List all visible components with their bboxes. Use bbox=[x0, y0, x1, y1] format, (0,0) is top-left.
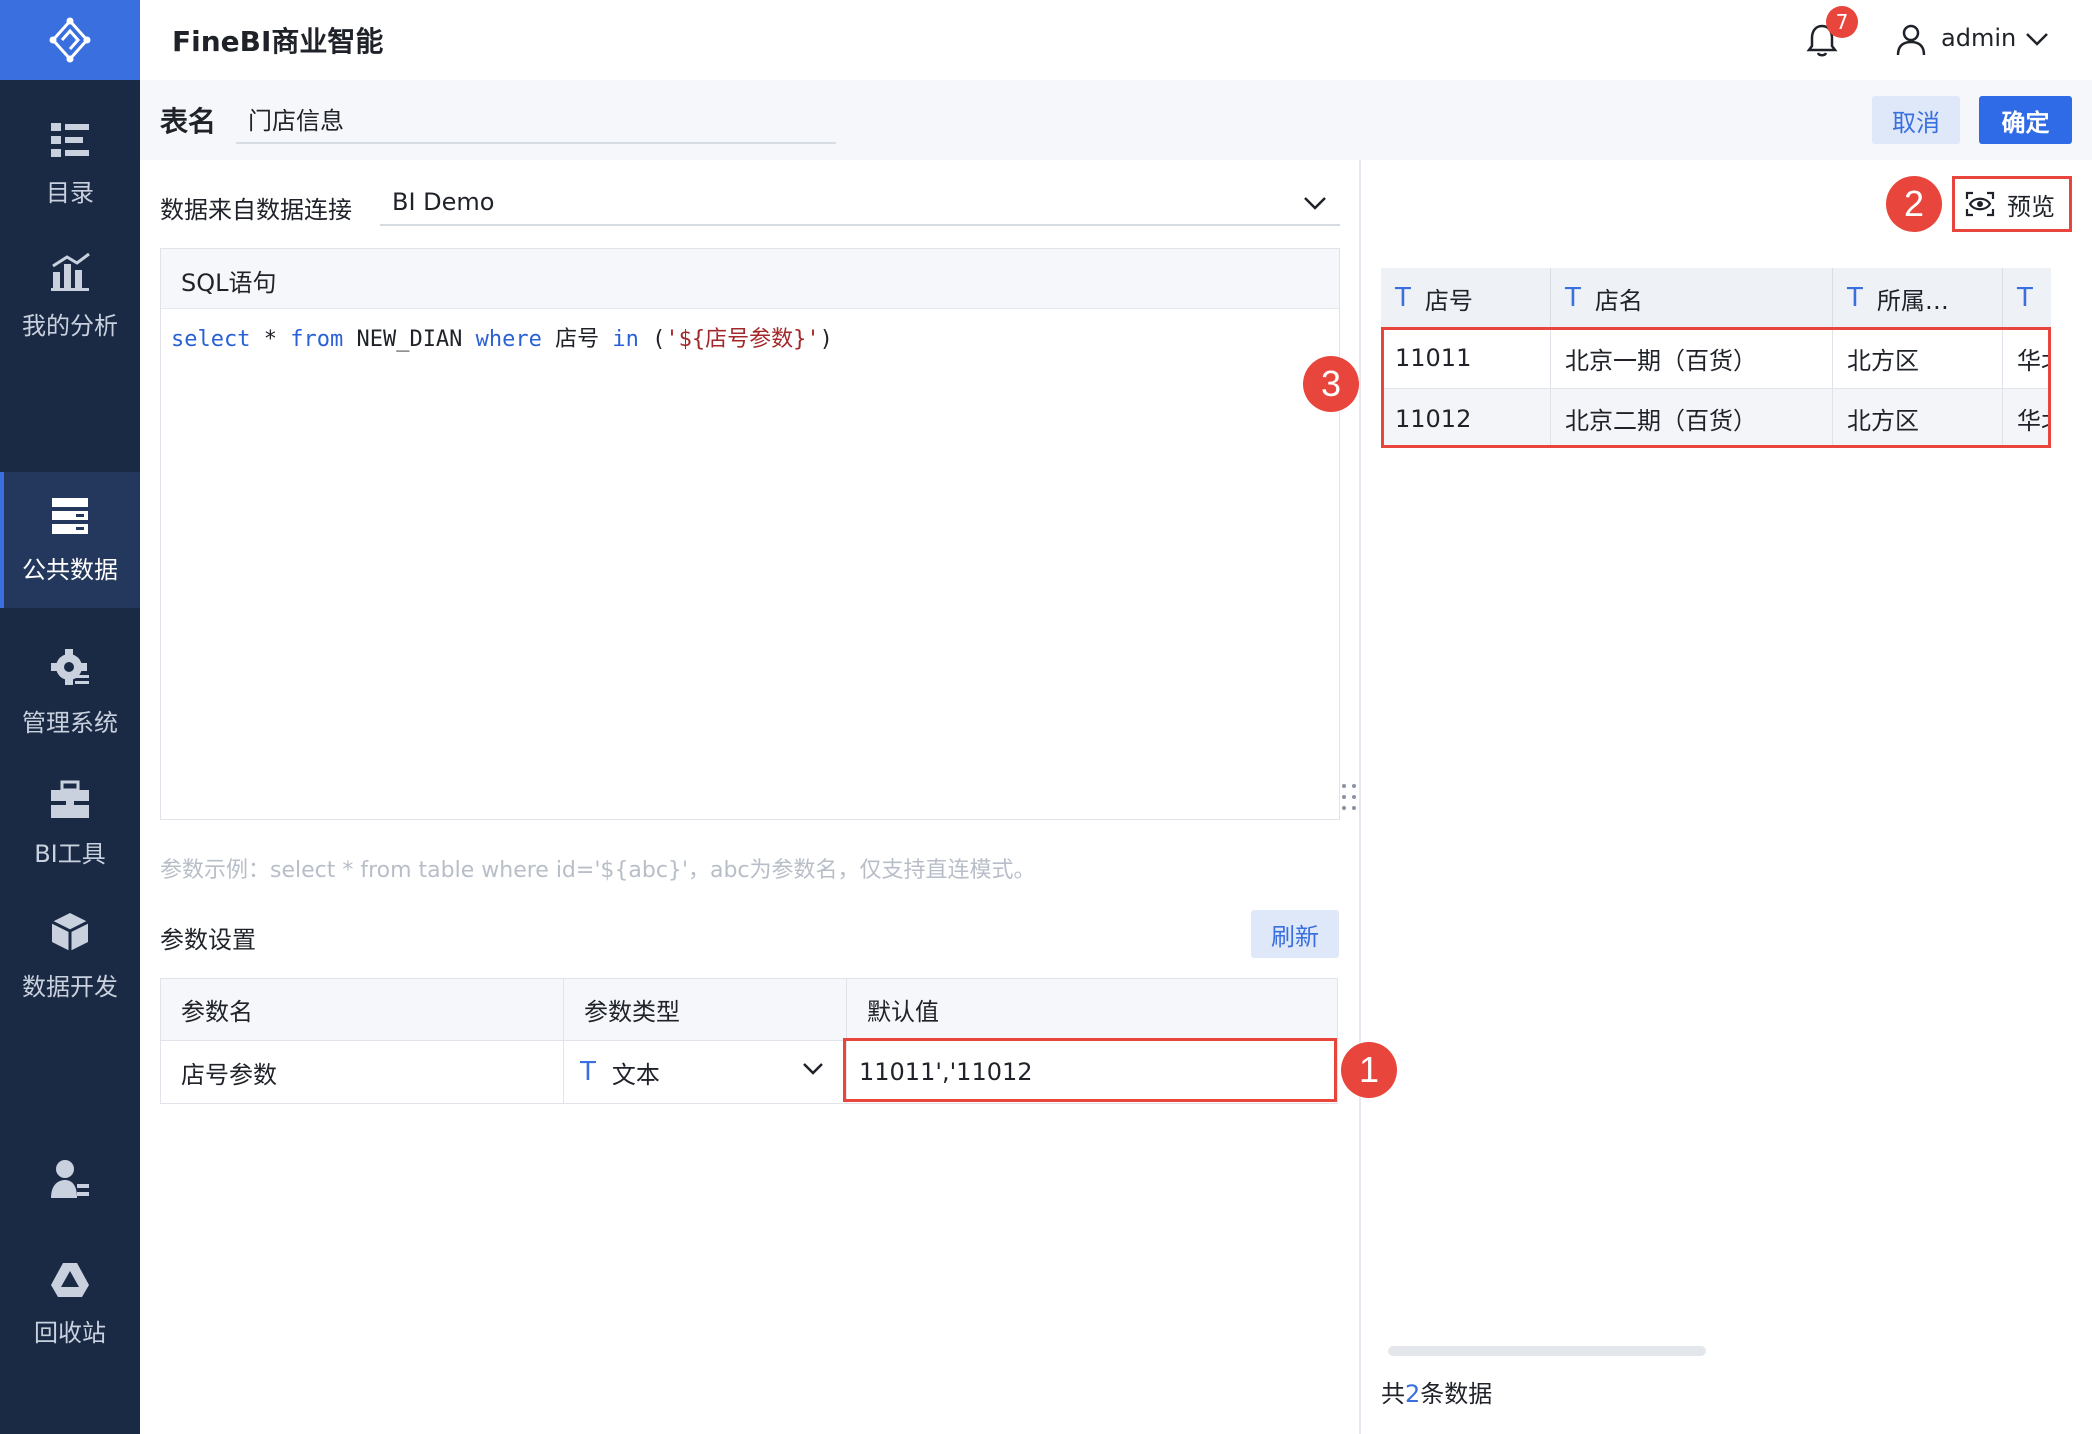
sql-editor-title: SQL语句 bbox=[161, 249, 1339, 309]
sql-token: 店号 bbox=[541, 327, 613, 352]
sidebar-item-recycle[interactable]: 回收站 bbox=[0, 1236, 140, 1372]
user-manage-icon bbox=[51, 1160, 89, 1198]
toolbox-icon bbox=[51, 780, 89, 818]
preview-column-header[interactable]: T 店名 bbox=[1551, 268, 1833, 328]
user-icon[interactable] bbox=[1896, 24, 1926, 56]
sql-token: * bbox=[250, 327, 291, 352]
sidebar-item-label: 数据开发 bbox=[22, 972, 118, 1001]
preview-column-header[interactable]: T 店号 bbox=[1381, 268, 1551, 328]
preview-column-header[interactable]: T bbox=[2003, 268, 2051, 328]
column-header-label: 所属… bbox=[1876, 286, 1949, 315]
text-type-icon: T bbox=[1847, 283, 1863, 313]
sidebar-item-label: 目录 bbox=[46, 178, 94, 207]
param-header-type: 参数类型 bbox=[564, 979, 846, 1041]
sql-token: NEW_DIAN bbox=[343, 327, 476, 352]
pane-divider[interactable] bbox=[1359, 160, 1361, 1434]
refresh-button[interactable]: 刷新 bbox=[1251, 910, 1339, 958]
row-count: 共2条数据 bbox=[1381, 1374, 1492, 1409]
sidebar-item-label: BI工具 bbox=[34, 839, 106, 868]
sidebar-item-management[interactable]: 管理系统 bbox=[0, 624, 140, 760]
logo-icon bbox=[49, 17, 91, 63]
chevron-down-icon[interactable] bbox=[1302, 194, 1328, 212]
highlight-box bbox=[1381, 327, 2051, 448]
sql-token: ) bbox=[819, 327, 833, 352]
data-source-select[interactable]: BI Demo bbox=[380, 180, 1340, 226]
highlight-box bbox=[843, 1038, 1337, 1102]
text-type-icon: T bbox=[1395, 283, 1411, 313]
param-header-default: 默认值 bbox=[847, 979, 1337, 1041]
table-name-label: 表名 bbox=[160, 105, 217, 138]
sql-editor[interactable]: SQL语句 select * from NEW_DIAN where 店号 in… bbox=[160, 248, 1340, 820]
column-header-label: 店号 bbox=[1424, 286, 1473, 315]
row-count-prefix: 共 bbox=[1381, 1380, 1405, 1408]
row-count-number: 2 bbox=[1405, 1380, 1421, 1408]
param-hint: 参数示例：select * from table where id='${abc… bbox=[160, 858, 1036, 883]
sidebar-item-label: 管理系统 bbox=[22, 708, 118, 737]
recycle-icon bbox=[51, 1262, 89, 1297]
sql-code[interactable]: select * from NEW_DIAN where 店号 in ('${店… bbox=[171, 321, 833, 353]
sidebar-item-label: 回收站 bbox=[34, 1318, 106, 1347]
catalog-icon bbox=[51, 122, 89, 157]
table-name-input[interactable] bbox=[236, 94, 836, 144]
sidebar-item-public-data[interactable]: 公共数据 bbox=[0, 472, 140, 608]
eye-icon bbox=[1965, 191, 1995, 217]
confirm-button[interactable]: 确定 bbox=[1979, 96, 2072, 144]
sql-token: select bbox=[171, 327, 251, 352]
sidebar-item-bi-tools[interactable]: BI工具 bbox=[0, 756, 140, 892]
data-source-value: BI Demo bbox=[392, 188, 495, 216]
chevron-down-icon[interactable] bbox=[2024, 30, 2050, 48]
settings-gear-icon bbox=[51, 648, 89, 685]
sidebar-item-label: 公共数据 bbox=[22, 555, 118, 584]
analysis-icon bbox=[51, 252, 90, 291]
resize-handle-icon[interactable] bbox=[1340, 782, 1358, 812]
cube-icon bbox=[51, 912, 89, 951]
sql-token: from bbox=[290, 327, 344, 352]
notification-badge: 7 bbox=[1826, 6, 1858, 38]
annotation-marker: 2 bbox=[1886, 176, 1942, 232]
text-type-icon: T bbox=[1565, 283, 1581, 313]
sidebar-item-catalog[interactable]: 目录 bbox=[0, 96, 140, 232]
preview-column-header[interactable]: T 所属… bbox=[1833, 268, 2003, 328]
annotation-marker: 1 bbox=[1341, 1042, 1397, 1098]
top-bar: FineBI商业智能 7 admin bbox=[140, 0, 2092, 80]
chevron-down-icon[interactable] bbox=[801, 1061, 825, 1077]
sql-token: where bbox=[475, 327, 542, 352]
column-header-label: 店名 bbox=[1594, 286, 1643, 315]
app-title: FineBI商业智能 bbox=[172, 25, 384, 58]
sidebar-item-analysis[interactable]: 我的分析 bbox=[0, 228, 140, 364]
app-logo[interactable] bbox=[0, 0, 140, 80]
sidebar: 目录 我的分析 公共数据 管理系统 BI工具 数据开发 回收站 bbox=[0, 0, 140, 1434]
user-name[interactable]: admin bbox=[1941, 24, 2016, 52]
sidebar-item-data-dev[interactable]: 数据开发 bbox=[0, 888, 140, 1024]
sql-token: '${店号参数}' bbox=[665, 327, 820, 352]
param-type-value: 文本 bbox=[611, 1060, 660, 1089]
sidebar-item-label: 我的分析 bbox=[22, 311, 118, 340]
horizontal-scrollbar[interactable] bbox=[1388, 1346, 1706, 1356]
param-settings-label: 参数设置 bbox=[160, 926, 256, 954]
public-data-icon bbox=[52, 497, 88, 534]
annotation-marker: 3 bbox=[1303, 356, 1359, 412]
param-name-cell: 店号参数 bbox=[161, 1041, 563, 1103]
sql-token: ( bbox=[638, 327, 666, 352]
preview-button[interactable]: 预览 bbox=[1952, 176, 2072, 232]
preview-label: 预览 bbox=[2007, 192, 2055, 221]
data-source-label: 数据来自数据连接 bbox=[160, 196, 352, 224]
row-count-suffix: 条数据 bbox=[1420, 1380, 1493, 1408]
table-name-bar: 表名 取消 确定 bbox=[140, 80, 2092, 160]
text-type-icon: T bbox=[2017, 283, 2033, 313]
sql-token: in bbox=[612, 327, 639, 352]
cancel-button[interactable]: 取消 bbox=[1872, 96, 1960, 144]
text-type-icon: T bbox=[580, 1057, 596, 1087]
param-header-name: 参数名 bbox=[161, 979, 563, 1041]
